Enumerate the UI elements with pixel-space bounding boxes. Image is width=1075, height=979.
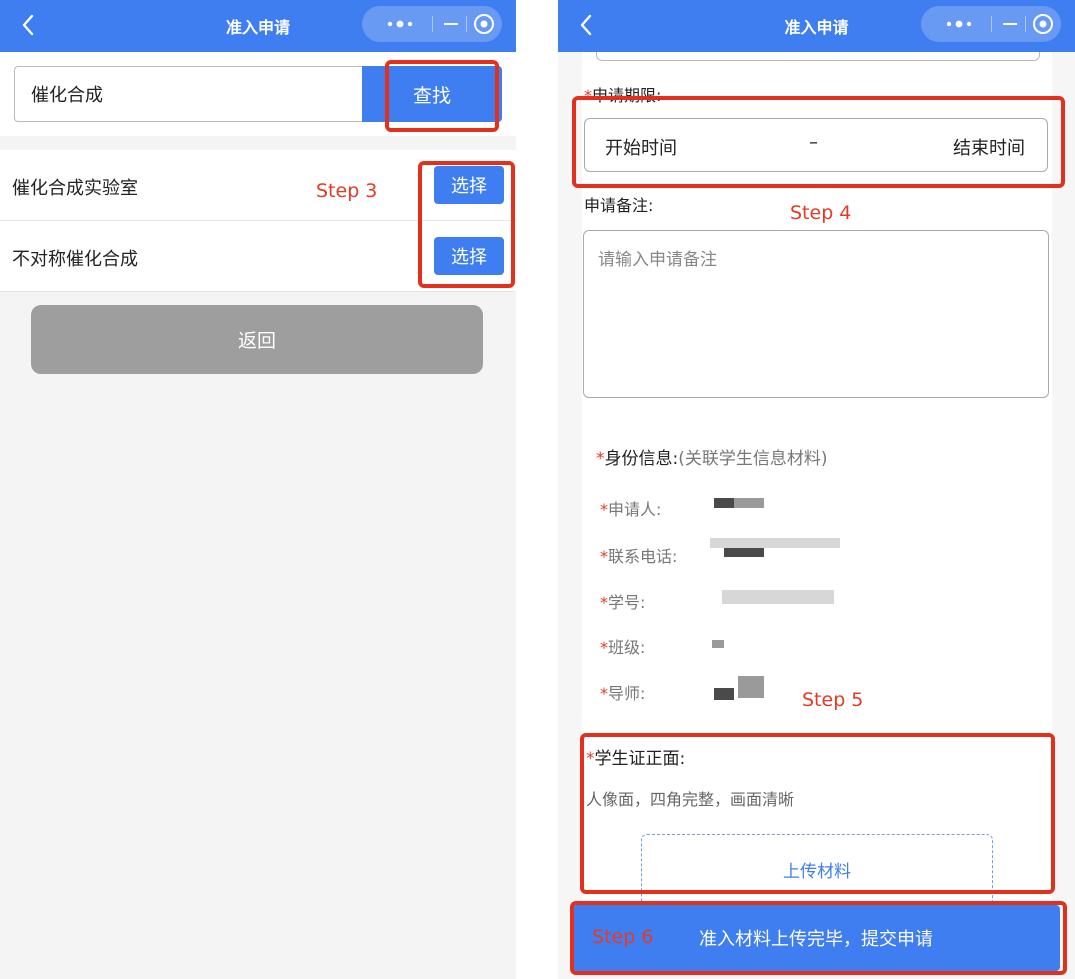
right-screen: *申请期限: 开始时间 – 结束时间 申请备注: *身份信息:(关联学生信息材料… bbox=[558, 0, 1075, 979]
application-form: *申请期限: 开始时间 – 结束时间 申请备注: *身份信息:(关联学生信息材料… bbox=[582, 42, 1052, 912]
search-input[interactable] bbox=[14, 66, 362, 122]
result-list: 催化合成实验室 选择 不对称催化合成 选择 bbox=[0, 150, 516, 292]
list-item: 催化合成实验室 选择 bbox=[0, 150, 516, 221]
remark-label: 申请备注: bbox=[584, 196, 654, 215]
step-4-label: Step 4 bbox=[790, 202, 852, 224]
lab-name: 催化合成实验室 bbox=[12, 178, 138, 199]
start-time-field[interactable]: 开始时间 bbox=[605, 134, 677, 160]
select-button[interactable]: 选择 bbox=[434, 166, 504, 204]
nav-bar: 准入申请 bbox=[0, 0, 516, 52]
student-card-hint: 人像面，四角完整，画面清晰 bbox=[586, 790, 795, 809]
mini-program-capsule bbox=[921, 6, 1061, 42]
step-6-label: Step 6 bbox=[592, 926, 654, 948]
upload-area[interactable]: 上传材料 bbox=[641, 834, 993, 912]
more-dots-icon[interactable] bbox=[929, 8, 989, 40]
minimize-icon[interactable] bbox=[438, 8, 464, 40]
select-button[interactable]: 选择 bbox=[434, 237, 504, 275]
end-time-field[interactable]: 结束时间 bbox=[953, 134, 1025, 160]
upload-button[interactable]: 上传材料 bbox=[642, 857, 992, 882]
lab-name: 不对称催化合成 bbox=[12, 249, 138, 270]
student-id-label: *学号: bbox=[600, 593, 646, 612]
back-icon[interactable] bbox=[572, 10, 602, 40]
left-screen: 准入申请 查找 催化合成实验室 选择 不对称催化合成 选择 返回 bbox=[0, 0, 516, 979]
more-dots-icon[interactable] bbox=[370, 8, 430, 40]
remark-input[interactable] bbox=[583, 230, 1049, 398]
period-separator: – bbox=[809, 132, 818, 153]
class-label: *班级: bbox=[600, 638, 646, 657]
applicant-label: *申请人: bbox=[600, 500, 662, 519]
target-close-icon[interactable] bbox=[470, 8, 498, 40]
back-icon[interactable] bbox=[14, 10, 44, 40]
step-3-label: Step 3 bbox=[316, 180, 378, 202]
minimize-icon[interactable] bbox=[997, 8, 1023, 40]
student-card-title: *学生证正面: bbox=[586, 749, 686, 769]
search-area: 查找 bbox=[0, 52, 516, 136]
nav-bar: 准入申请 bbox=[558, 0, 1075, 52]
target-close-icon[interactable] bbox=[1029, 8, 1057, 40]
advisor-label: *导师: bbox=[600, 684, 646, 703]
mini-program-capsule bbox=[362, 6, 502, 42]
phone-label: *联系电话: bbox=[600, 547, 678, 566]
return-button[interactable]: 返回 bbox=[31, 305, 483, 374]
identity-title: *身份信息:(关联学生信息材料) bbox=[596, 449, 828, 469]
search-button[interactable]: 查找 bbox=[362, 66, 502, 122]
list-item: 不对称催化合成 选择 bbox=[0, 221, 516, 292]
step-5-label: Step 5 bbox=[802, 689, 864, 711]
period-label: *申请期限: bbox=[584, 86, 662, 105]
period-picker[interactable]: 开始时间 – 结束时间 bbox=[584, 118, 1048, 172]
